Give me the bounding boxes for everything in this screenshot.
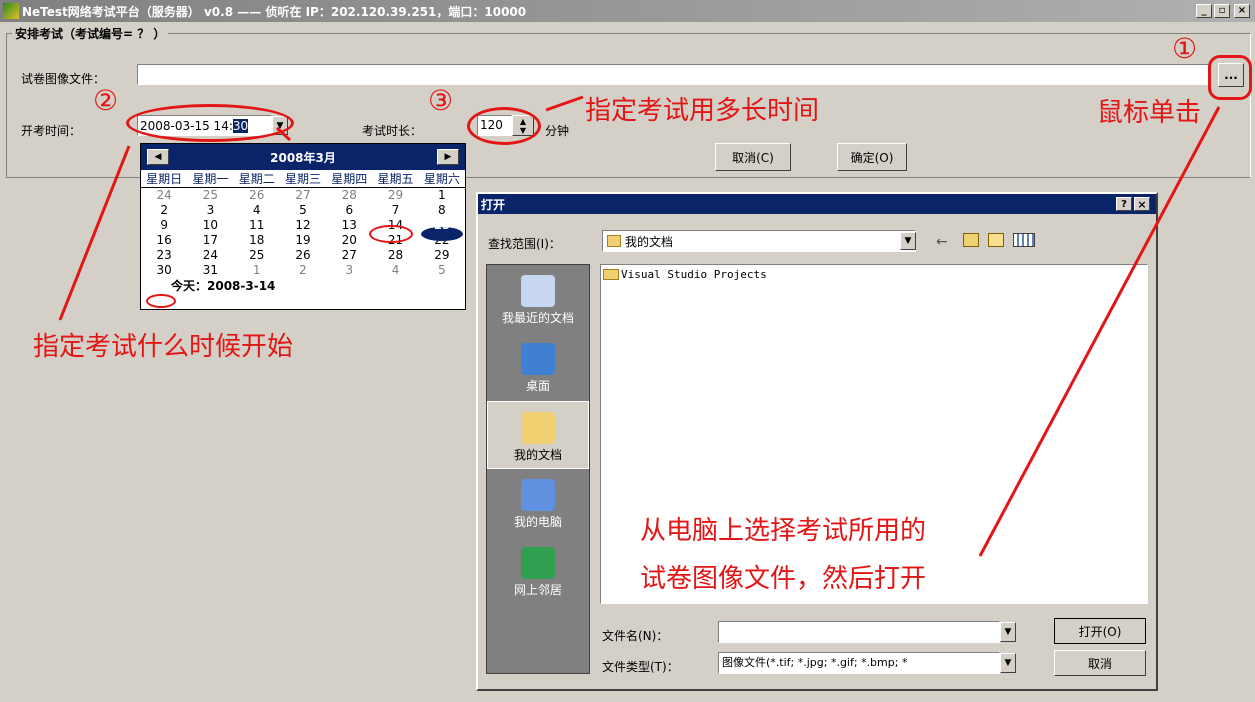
annotation-duration-note: 指定考试用多长时间 [585,96,820,126]
annotation-number-2: ② [93,84,119,117]
annotation-number-1: ① [1172,32,1198,65]
annotation-arrow-dropdown [275,126,292,142]
annotation-click-note: 鼠标单击 [1097,98,1202,128]
annotation-number-3: ③ [428,84,454,117]
annotation-line-duration [545,95,584,112]
calendar-day[interactable]: 15 [419,218,465,233]
annotation-line-file [978,106,1221,557]
annotation-file-note-2: 试卷图像文件，然后打开 [640,564,927,594]
annotation-start-note: 指定考试什么时候开始 [33,332,294,362]
annotation-line-start [58,145,131,321]
annotation-file-note-1: 从电脑上选择考试所用的 [640,516,927,546]
